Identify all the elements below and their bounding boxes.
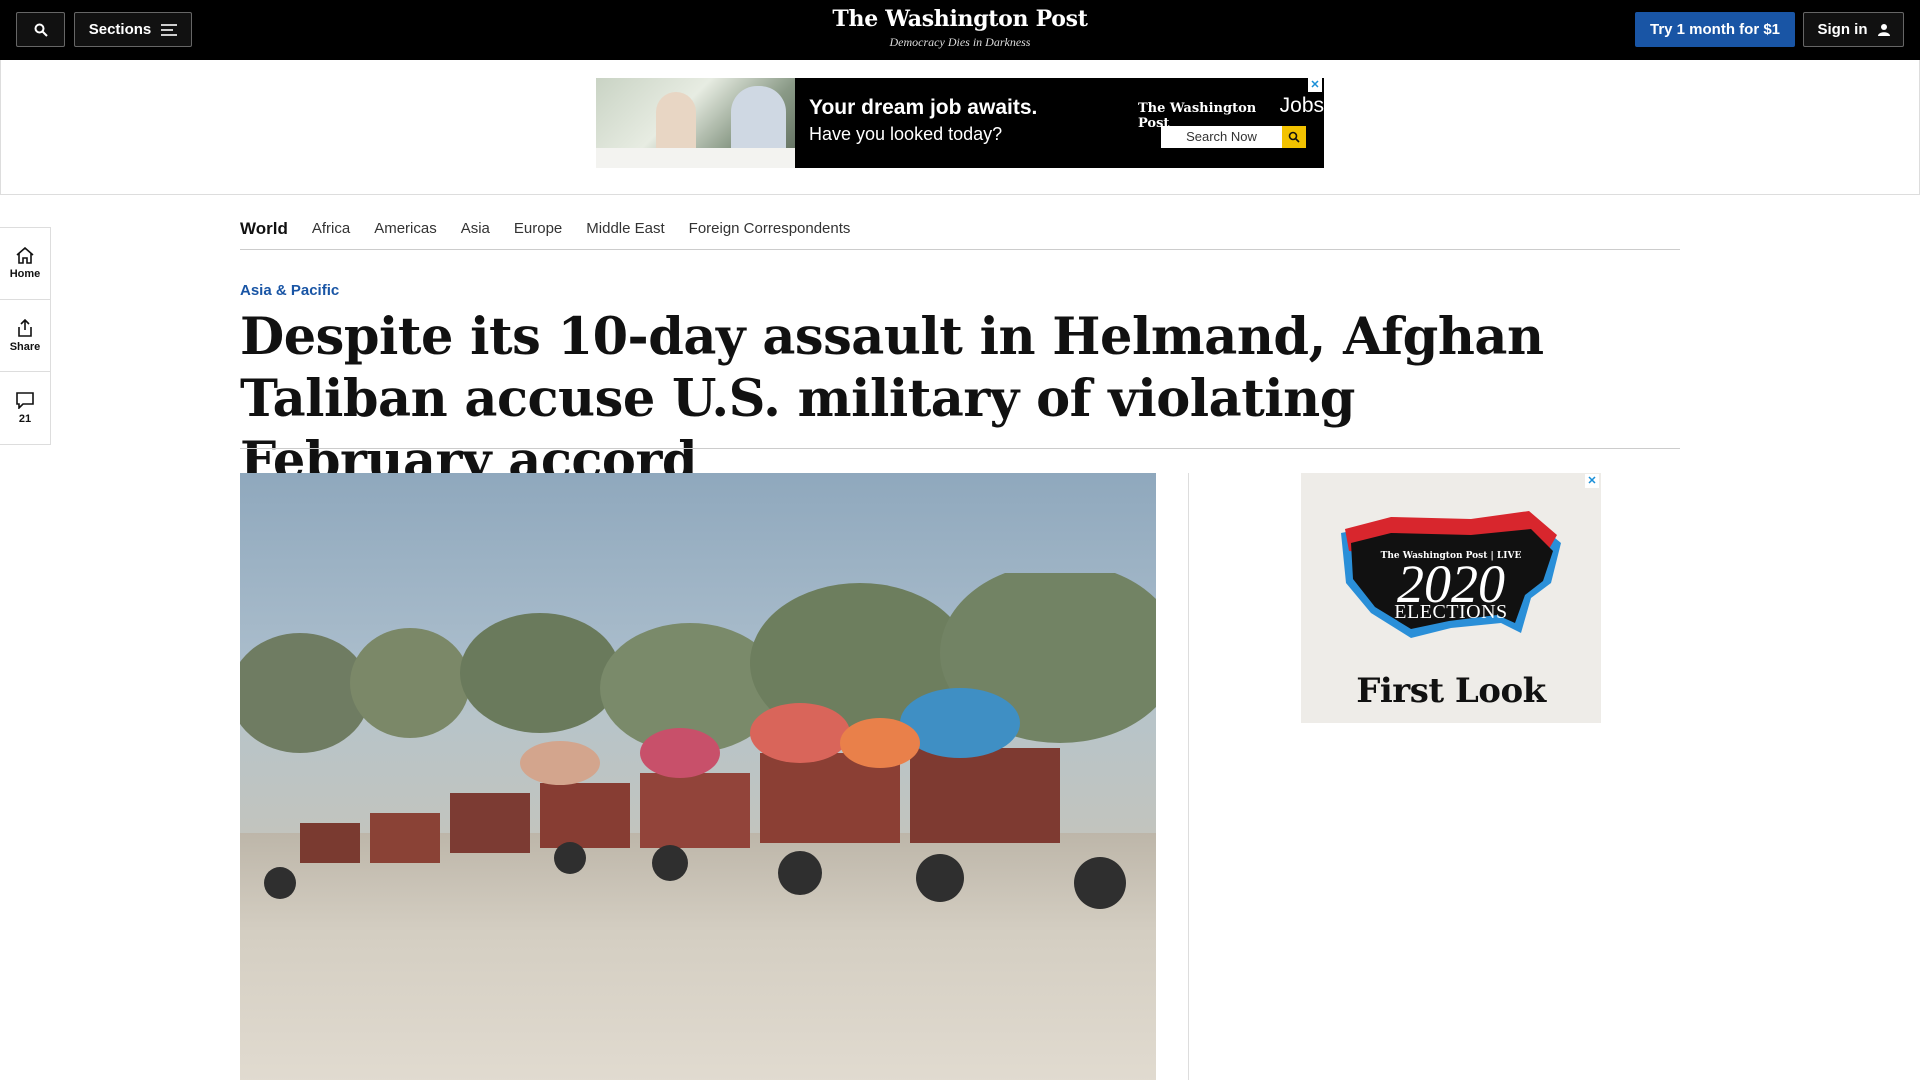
ad-close-button[interactable]: ✕: [1308, 78, 1322, 92]
home-button[interactable]: Home: [0, 228, 50, 300]
jobs-ad-photo: [596, 78, 795, 168]
subnav-item-africa[interactable]: Africa: [312, 220, 350, 237]
site-logo[interactable]: The Washington Post: [760, 6, 1160, 32]
subscribe-button[interactable]: Try 1 month for $1: [1635, 12, 1795, 47]
top-navigation-bar: Sections The Washington Post Democracy D…: [0, 0, 1920, 60]
home-label: Home: [9, 268, 41, 280]
jobs-ad-brand-suffix: Jobs: [1279, 94, 1324, 117]
comments-button[interactable]: 21: [0, 372, 50, 444]
subnav-item-europe[interactable]: Europe: [514, 220, 562, 237]
elections-advertisement[interactable]: The Washington Post | LIVE 2020 ELECTION…: [1301, 473, 1601, 723]
article-kicker[interactable]: Asia & Pacific: [240, 282, 339, 299]
search-icon: [34, 23, 48, 37]
jobs-ad-subline: Have you looked today?: [809, 124, 1003, 144]
subnav-item-asia[interactable]: Asia: [461, 220, 490, 237]
elections-ad-tagline: First Look: [1356, 671, 1546, 711]
left-action-rail: Home Share 21: [0, 227, 51, 445]
jobs-ad-search[interactable]: Search Now: [1161, 126, 1306, 148]
subnav-section-title[interactable]: World: [240, 219, 288, 239]
ad-close-button[interactable]: ✕: [1585, 474, 1599, 488]
jobs-advertisement[interactable]: Your dream job awaits. Have you looked t…: [596, 78, 1324, 168]
menu-icon: [161, 23, 178, 36]
subnav-item-foreign-correspondents[interactable]: Foreign Correspondents: [689, 220, 851, 237]
headline-divider: [240, 448, 1680, 449]
comments-count: 21: [18, 412, 32, 425]
search-icon: [1288, 131, 1300, 143]
home-icon: [16, 247, 34, 264]
search-button[interactable]: [16, 12, 65, 47]
section-subnav: World Africa Americas Asia Europe Middle…: [240, 208, 1680, 250]
jobs-ad-search-label: Search Now: [1186, 129, 1257, 144]
sections-label: Sections: [88, 21, 152, 38]
comment-icon: [16, 391, 34, 409]
site-tagline: Democracy Dies in Darkness: [889, 35, 1031, 49]
jobs-ad-search-button[interactable]: [1282, 126, 1306, 148]
column-divider: [1188, 473, 1189, 1080]
jobs-ad-headline: Your dream job awaits.: [809, 96, 1038, 119]
photo-vehicles: [264, 688, 1126, 909]
sign-in-label: Sign in: [1817, 21, 1868, 38]
sections-button[interactable]: Sections: [74, 12, 192, 47]
user-icon: [1877, 24, 1890, 36]
article-headline: Despite its 10-day assault in Helmand, A…: [240, 307, 1544, 491]
subnav-item-americas[interactable]: Americas: [374, 220, 437, 237]
masthead[interactable]: The Washington Post Democracy Dies in Da…: [760, 6, 1160, 50]
subnav-item-middle-east[interactable]: Middle East: [586, 220, 664, 237]
share-icon: [18, 318, 32, 337]
sign-in-button[interactable]: Sign in: [1803, 12, 1904, 47]
share-button[interactable]: Share: [0, 300, 50, 372]
article-lead-photo: [240, 473, 1156, 1080]
share-label: Share: [9, 340, 41, 353]
elections-ad-word: ELECTIONS: [1394, 601, 1508, 623]
